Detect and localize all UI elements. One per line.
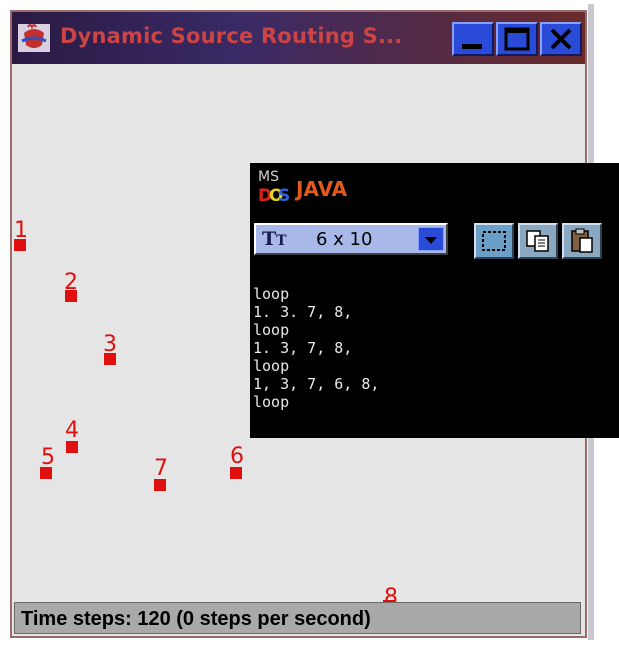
node-marker	[65, 290, 77, 302]
console-line: loop	[253, 321, 290, 339]
svg-text:S: S	[278, 186, 290, 206]
node-label: 4	[65, 418, 79, 443]
node-marker	[14, 239, 26, 251]
node-marker	[40, 467, 52, 479]
console-title: JAVA	[296, 177, 348, 201]
console-line: 1, 3, 7, 6, 8,	[253, 375, 380, 393]
console-line: loop	[253, 285, 290, 303]
msdos-icon-label: MS	[258, 169, 279, 185]
console-line: 1. 3, 7, 8,	[253, 339, 353, 357]
node-label: 7	[154, 456, 168, 481]
console-output[interactable]: loop 1. 3. 7, 8, loop 1. 3, 7, 8, loop 1, 3, …	[253, 285, 613, 411]
minimize-button[interactable]	[452, 22, 494, 56]
copy-icon	[526, 230, 549, 252]
msdos-icon[interactable]: MS D O S	[256, 165, 290, 209]
msdos-console-window[interactable]: MS D O S JAVA TT 6 x 10 loop 1. 3. 7, 8,…	[250, 163, 619, 438]
font-icon: TT	[262, 228, 287, 250]
paste-button[interactable]	[562, 223, 602, 259]
node-marker	[104, 353, 116, 365]
console-toolbar: TT 6 x 10	[250, 211, 619, 261]
minimize-icon	[462, 44, 482, 49]
close-icon	[550, 28, 572, 50]
console-line: loop	[253, 393, 290, 411]
font-size-select[interactable]: TT 6 x 10	[254, 223, 448, 255]
node-marker	[154, 479, 166, 491]
maximize-icon	[504, 27, 530, 51]
java-coffee-cup-icon[interactable]	[16, 21, 52, 55]
maximize-button[interactable]	[496, 22, 538, 56]
title-bar[interactable]: Dynamic Source Routing S...	[12, 12, 585, 64]
time-steps-status: Time steps: 120 (0 steps per second)	[21, 608, 371, 630]
node-marker	[230, 467, 242, 479]
mark-icon	[482, 231, 506, 251]
mark-button[interactable]	[474, 223, 514, 259]
font-dropdown-button[interactable]	[418, 227, 444, 251]
node-label: 5	[41, 445, 55, 470]
node-label: 6	[230, 444, 244, 469]
console-line: loop	[253, 357, 290, 375]
status-bar: Time steps: 120 (0 steps per second)	[14, 602, 581, 634]
node-marker	[66, 441, 78, 453]
console-line: 1. 3. 7, 8,	[253, 303, 353, 321]
font-size-value: 6 x 10	[316, 229, 373, 250]
console-title-bar[interactable]: MS D O S JAVA	[250, 163, 619, 211]
window-title: Dynamic Source Routing S...	[60, 24, 403, 48]
copy-button[interactable]	[518, 223, 558, 259]
paste-icon	[571, 228, 593, 253]
close-button[interactable]	[540, 22, 582, 56]
chevron-down-icon	[425, 237, 437, 244]
